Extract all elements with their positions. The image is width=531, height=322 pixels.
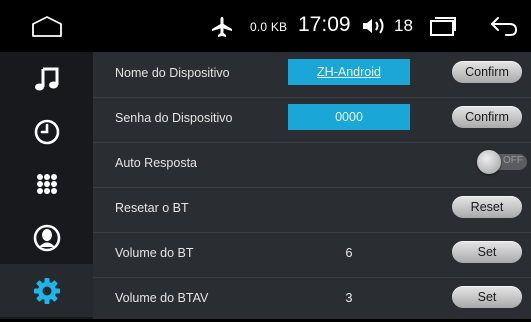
- settings-gear-icon: [33, 277, 60, 304]
- bt-volume-label: Volume do BT: [115, 246, 194, 260]
- clock: 17:09: [298, 13, 351, 36]
- sidebar: [0, 52, 93, 319]
- volume-level: 18: [394, 16, 413, 35]
- sidebar-item-settings[interactable]: [0, 264, 93, 317]
- keypad-icon: [36, 173, 57, 194]
- sidebar-item-dialpad[interactable]: [0, 158, 93, 211]
- sidebar-item-music[interactable]: [0, 52, 93, 105]
- settings-row-bt-volume: Volume do BT 6 Set: [93, 232, 531, 278]
- reset-bt-label: Resetar o BT: [115, 201, 189, 215]
- settings-row-device-name: Nome do Dispositivo ZH-Android Confirm: [93, 52, 531, 98]
- auto-answer-toggle[interactable]: OFF: [477, 150, 527, 174]
- airplane-mode-icon: [210, 16, 234, 38]
- toggle-knob: [477, 150, 501, 174]
- clock-icon: [34, 119, 59, 144]
- device-name-label: Nome do Dispositivo: [115, 66, 230, 80]
- reset-button[interactable]: Reset: [452, 196, 522, 218]
- device-password-field[interactable]: 0000: [288, 104, 410, 130]
- back-arrow-icon[interactable]: [489, 14, 519, 38]
- music-note-icon: [34, 67, 58, 90]
- settings-row-reset-bt: Resetar o BT Reset: [93, 187, 531, 233]
- contact-icon: [33, 224, 60, 251]
- auto-answer-label: Auto Resposta: [115, 156, 197, 170]
- confirm-device-password-button[interactable]: Confirm: [452, 106, 522, 128]
- settings-row-auto-answer: Auto Resposta OFF: [93, 142, 531, 188]
- home-icon[interactable]: [30, 14, 64, 38]
- volume-icon[interactable]: [361, 16, 389, 36]
- set-bt-volume-button[interactable]: Set: [452, 241, 522, 263]
- btav-volume-value: 3: [345, 291, 353, 305]
- recent-apps-icon[interactable]: [429, 15, 457, 37]
- bt-volume-value: 6: [345, 246, 353, 260]
- bluetooth-settings-panel: Nome do Dispositivo ZH-Android Confirm S…: [93, 52, 531, 319]
- device-name-field[interactable]: ZH-Android: [288, 59, 410, 85]
- network-speed: 0.0 KB: [250, 20, 288, 34]
- btav-volume-label: Volume do BTAV: [115, 291, 209, 305]
- sidebar-item-contacts[interactable]: [0, 211, 93, 264]
- set-btav-volume-button[interactable]: Set: [452, 286, 522, 308]
- settings-row-device-password: Senha do Dispositivo 0000 Confirm: [93, 97, 531, 143]
- confirm-device-name-button[interactable]: Confirm: [452, 61, 522, 83]
- status-bar: 0.0 KB 17:09 18: [0, 0, 531, 52]
- device-password-label: Senha do Dispositivo: [115, 111, 233, 125]
- settings-row-btav-volume: Volume do BTAV 3 Set: [93, 277, 531, 322]
- toggle-state-text: OFF: [503, 155, 523, 166]
- sidebar-item-history[interactable]: [0, 105, 93, 158]
